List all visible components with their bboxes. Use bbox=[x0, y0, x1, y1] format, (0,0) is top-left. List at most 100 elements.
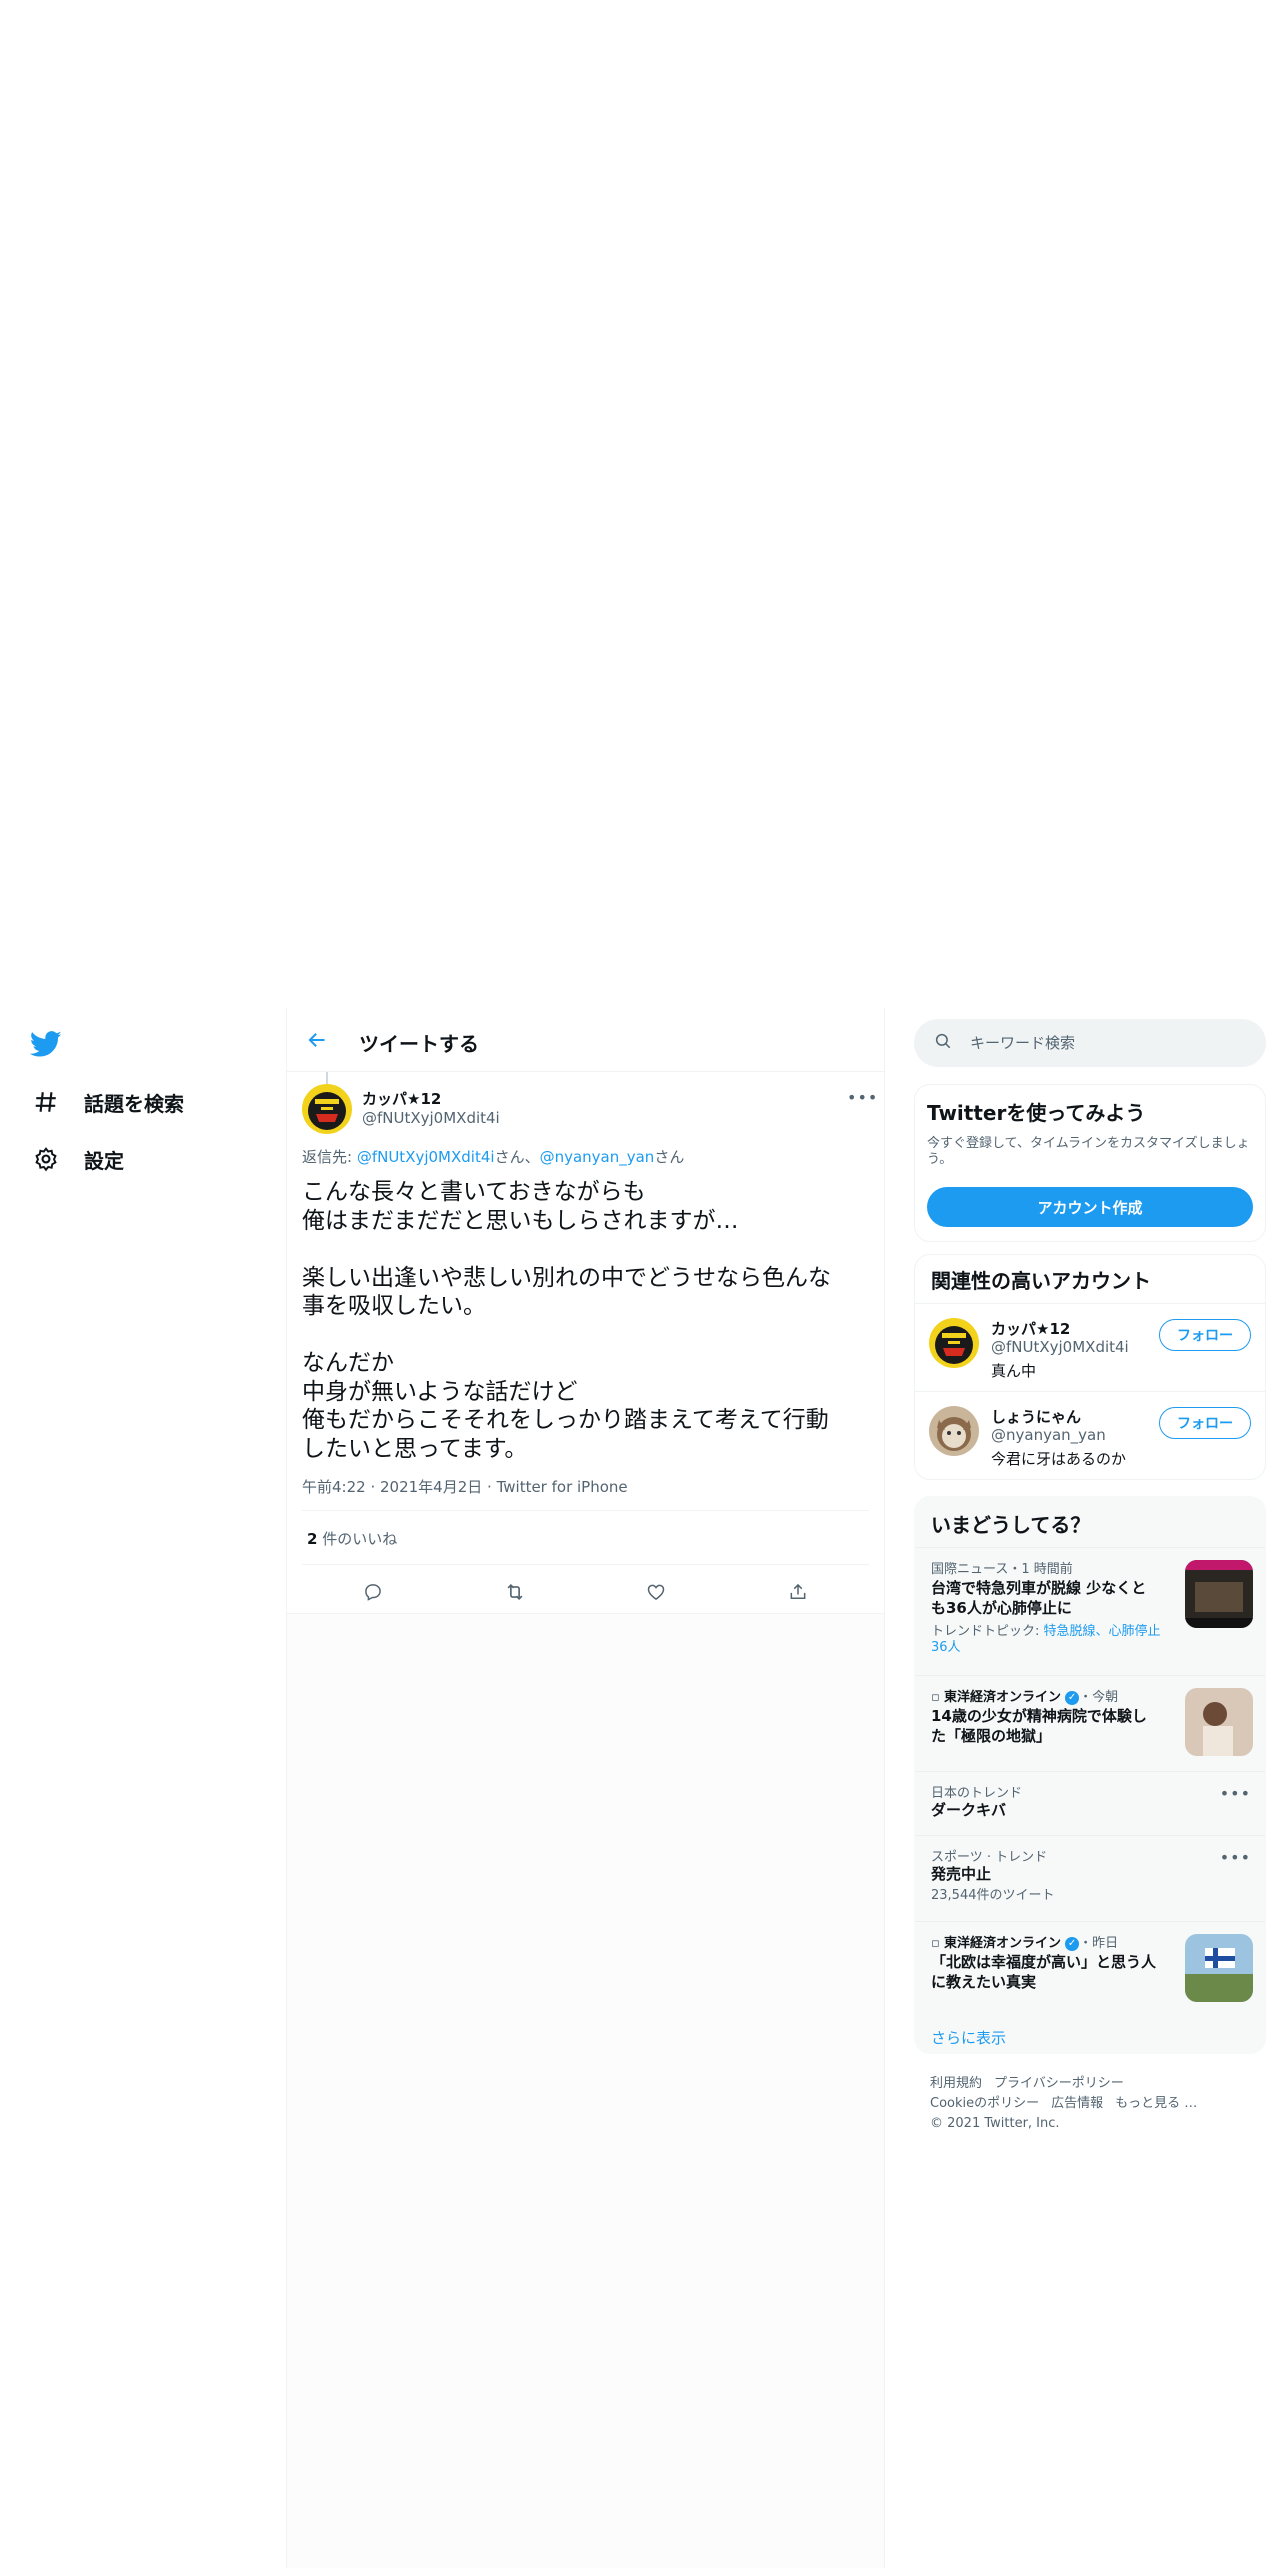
gear-icon bbox=[30, 1143, 62, 1175]
like-heart-icon[interactable] bbox=[638, 1574, 674, 1610]
account-bio: 真ん中 bbox=[991, 1362, 1037, 1380]
hashtag-icon bbox=[30, 1086, 62, 1118]
reply-icon[interactable] bbox=[355, 1574, 391, 1610]
trend-context: ▫ 東洋経済オンライン ✓ ・今朝 bbox=[931, 1690, 1119, 1705]
trend-title: 14歳の少女が精神病院で体験した「極限の地獄」 bbox=[931, 1707, 1147, 1745]
like-count: 2 bbox=[307, 1530, 318, 1548]
trend-thumbnail bbox=[1185, 1560, 1253, 1628]
related-title: 関連性の高いアカウント bbox=[931, 1269, 1151, 1293]
trend-title: 「北欧は幸福度が高い」と思う人に教えたい真実 bbox=[931, 1953, 1157, 1991]
reply-user-link-2[interactable]: @nyanyan_yan bbox=[540, 1148, 655, 1166]
tweet-time[interactable]: 午前4:22 bbox=[302, 1478, 366, 1496]
tweet-timestamp: 午前4:22 · 2021年4月2日 · Twitter for iPhone bbox=[302, 1478, 628, 1496]
tweet-line: したいと思ってます。 bbox=[302, 1435, 528, 1462]
tweet-line bbox=[302, 1235, 872, 1264]
likes-count-link[interactable]: 2 件のいいね bbox=[307, 1528, 397, 1549]
trend-thumbnail bbox=[1185, 1934, 1253, 2002]
trend-title: 台湾で特急列車が脱線 少なくとも36人が心肺停止に bbox=[931, 1579, 1147, 1617]
avatar[interactable] bbox=[929, 1318, 979, 1368]
more-options-icon[interactable]: ••• bbox=[1220, 1848, 1251, 1867]
nav-settings-label: 設定 bbox=[84, 1148, 124, 1173]
footer-link[interactable]: プライバシーポリシー bbox=[994, 2076, 1124, 2091]
footer: 利用規約 プライバシーポリシー Cookieのポリシー 広告情報 もっと見る … © … bbox=[930, 2074, 1260, 2134]
avatar[interactable] bbox=[929, 1406, 979, 1456]
page-title: ツイートする bbox=[359, 1032, 479, 1056]
trend-title: 発売中止 bbox=[931, 1865, 992, 1883]
retweet-icon[interactable] bbox=[497, 1574, 533, 1610]
publisher-icon: ▫ bbox=[931, 1690, 944, 1705]
main-column: ツイートする カッパ★12 @fNUtXyj0MXdit4i ••• 返信先: … bbox=[286, 1008, 885, 2568]
nav-explore[interactable]: 話題を検索 bbox=[30, 1080, 184, 1124]
more-options-icon[interactable]: ••• bbox=[847, 1088, 878, 1107]
author-handle[interactable]: @fNUtXyj0MXdit4i bbox=[362, 1109, 500, 1127]
tweet-line: こんな長々と書いておきながらも bbox=[302, 1179, 646, 1205]
divider bbox=[302, 1564, 869, 1565]
reply-to-line: 返信先: @fNUtXyj0MXdit4iさん、@nyanyan_yanさん bbox=[302, 1146, 684, 1167]
follow-button[interactable]: フォロー bbox=[1159, 1407, 1251, 1439]
tweet-line bbox=[302, 1321, 872, 1350]
trend-thumbnail bbox=[1185, 1688, 1253, 1756]
footer-link[interactable]: もっと見る … bbox=[1115, 2096, 1197, 2111]
trend-context: 日本のトレンド bbox=[931, 1786, 1023, 1801]
signup-title: Twitterを使ってみよう bbox=[927, 1101, 1146, 1125]
reply-prefix: 返信先: bbox=[302, 1148, 357, 1166]
trend-item[interactable]: ▫ 東洋経済オンライン ✓ ・今朝 14歳の少女が精神病院で体験した「極限の地獄」 bbox=[915, 1675, 1265, 1771]
trend-item[interactable]: 日本のトレンド ダークキバ ••• bbox=[915, 1771, 1265, 1835]
search-box[interactable] bbox=[914, 1019, 1266, 1067]
tweet-source[interactable]: Twitter for iPhone bbox=[497, 1478, 628, 1496]
account-row[interactable]: しょうにゃん @nyanyan_yan 今君に牙はあるのか フォロー bbox=[915, 1391, 1265, 1479]
footer-link[interactable]: 広告情報 bbox=[1051, 2096, 1103, 2111]
account-handle: @nyanyan_yan bbox=[991, 1426, 1106, 1444]
reply-suffix-2: さん bbox=[654, 1148, 685, 1166]
verified-badge-icon: ✓ bbox=[1065, 1936, 1080, 1951]
show-more-link[interactable]: さらに表示 bbox=[931, 2027, 1006, 2048]
trend-item[interactable]: 国際ニュース・1 時間前 台湾で特急列車が脱線 少なくとも36人が心肺停止に ト… bbox=[915, 1547, 1265, 1675]
trend-subtitle: トレンドトピック: 特急脱線、心肺停止36人 bbox=[931, 1624, 1161, 1655]
tweet-line: 事を吸収したい。 bbox=[302, 1293, 486, 1319]
tweet-line: 中身が無いような話だけど bbox=[302, 1378, 578, 1405]
author-name[interactable]: カッパ★12 bbox=[362, 1088, 441, 1109]
reply-user-link-1[interactable]: @fNUtXyj0MXdit4i bbox=[357, 1148, 495, 1166]
trend-context: スポーツ · トレンド bbox=[931, 1850, 1048, 1865]
tweet-line: 楽しい出逢いや悲しい別れの中でどうせなら色んな bbox=[302, 1264, 831, 1291]
search-icon bbox=[934, 1032, 952, 1054]
copyright: © 2021 Twitter, Inc. bbox=[930, 2116, 1060, 2131]
account-handle: @fNUtXyj0MXdit4i bbox=[991, 1338, 1129, 1356]
twitter-logo-icon[interactable] bbox=[29, 1028, 62, 1060]
tweet-line: 俺はまだまだだと思いもしらされますが… bbox=[302, 1207, 739, 1234]
trend-item[interactable]: ▫ 東洋経済オンライン ✓ ・昨日 「北欧は幸福度が高い」と思う人に教えたい真実 bbox=[915, 1921, 1265, 2013]
account-row[interactable]: カッパ★12 @fNUtXyj0MXdit4i 真ん中 フォロー bbox=[915, 1303, 1265, 1391]
share-icon[interactable] bbox=[780, 1574, 816, 1610]
divider bbox=[287, 1613, 884, 1614]
related-accounts-card: 関連性の高いアカウント カッパ★12 @fNUtXyj0MXdit4i 真ん中 … bbox=[914, 1254, 1266, 1480]
trend-context: 国際ニュース・1 時間前 bbox=[931, 1562, 1073, 1577]
reply-suffix-1: さん、 bbox=[494, 1148, 540, 1166]
thread-connector bbox=[326, 1072, 328, 1084]
footer-link[interactable]: 利用規約 bbox=[930, 2076, 982, 2091]
tweet-date[interactable]: 2021年4月2日 bbox=[380, 1478, 482, 1496]
follow-button[interactable]: フォロー bbox=[1159, 1319, 1251, 1351]
trends-title: いまどうしてる？ bbox=[931, 1513, 1091, 1537]
verified-badge-icon: ✓ bbox=[1065, 1690, 1080, 1705]
trend-title: ダークキバ bbox=[931, 1801, 1007, 1819]
trends-card: いまどうしてる？ 国際ニュース・1 時間前 台湾で特急列車が脱線 少なくとも36… bbox=[914, 1496, 1266, 2054]
tweet-actions bbox=[302, 1574, 869, 1610]
trend-item[interactable]: スポーツ · トレンド 発売中止 23,544件のツイート ••• bbox=[915, 1835, 1265, 1921]
footer-link[interactable]: Cookieのポリシー bbox=[930, 2096, 1039, 2111]
trend-tweet-count: 23,544件のツイート bbox=[931, 1888, 1055, 1903]
more-options-icon[interactable]: ••• bbox=[1220, 1784, 1251, 1803]
like-label: 件のいいね bbox=[317, 1530, 398, 1548]
account-name: カッパ★12 bbox=[991, 1320, 1071, 1338]
tweet-line: なんだか bbox=[302, 1350, 394, 1376]
back-arrow-icon[interactable] bbox=[301, 1024, 333, 1056]
avatar[interactable] bbox=[302, 1084, 352, 1134]
signup-description: 今すぐ登録して、タイムラインをカスタマイズしましょう。 bbox=[927, 1136, 1250, 1167]
nav-settings[interactable]: 設定 bbox=[30, 1137, 124, 1181]
tweet-line: 俺もだからこそそれをしっかり踏まえて考えて行動 bbox=[302, 1407, 829, 1433]
create-account-button[interactable]: アカウント作成 bbox=[927, 1187, 1253, 1227]
trend-context: ▫ 東洋経済オンライン ✓ ・昨日 bbox=[931, 1936, 1119, 1951]
search-input[interactable] bbox=[970, 1034, 1230, 1052]
signup-card: Twitterを使ってみよう 今すぐ登録して、タイムラインをカスタマイズしましょ… bbox=[914, 1084, 1266, 1242]
publisher-icon: ▫ bbox=[931, 1936, 944, 1951]
page-header: ツイートする bbox=[287, 1008, 884, 1072]
